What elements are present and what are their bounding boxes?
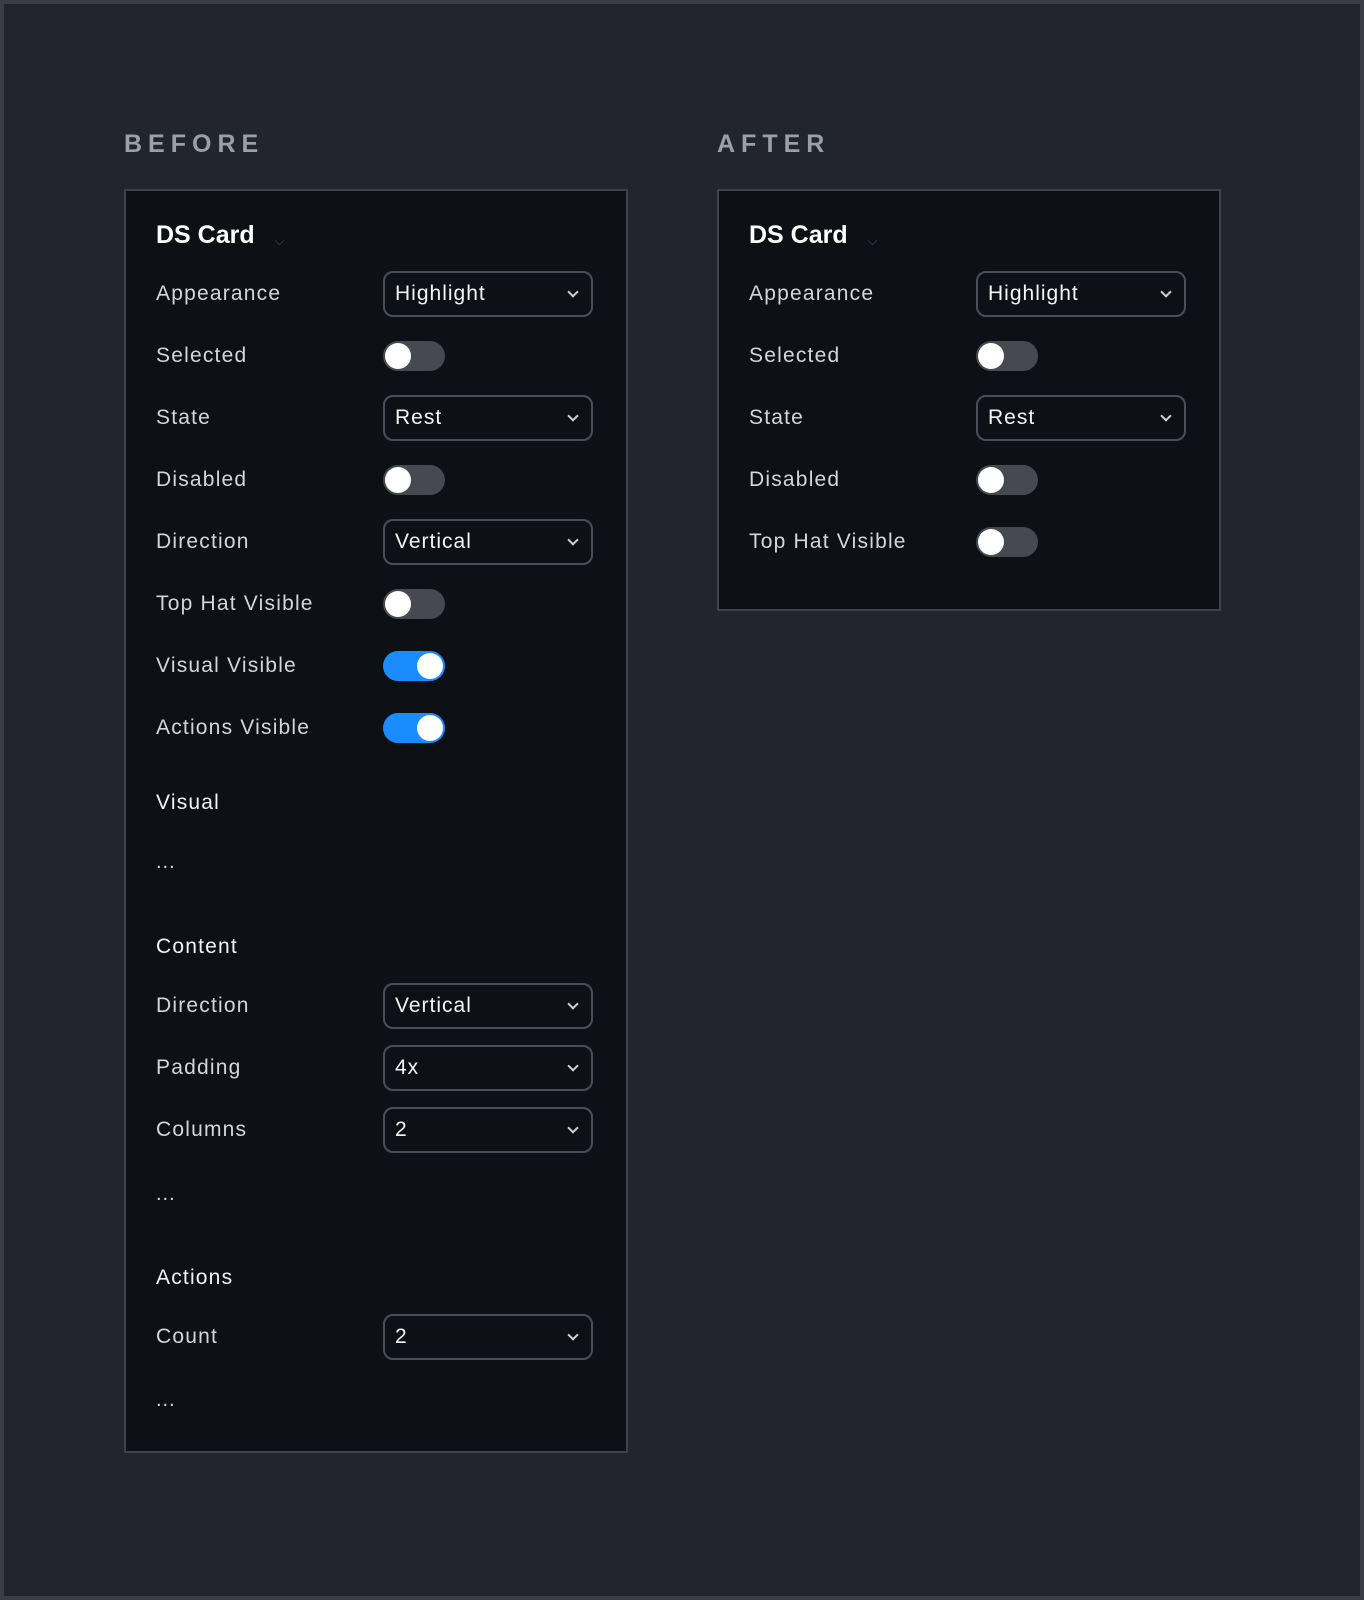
columns-select[interactable]: 2 bbox=[383, 1107, 593, 1153]
padding-value: 4x bbox=[395, 1056, 420, 1079]
chevron-down-icon bbox=[567, 534, 579, 546]
disabled-label: Disabled bbox=[749, 468, 841, 491]
toggle-knob bbox=[978, 343, 1004, 369]
selected-toggle[interactable] bbox=[976, 341, 1038, 371]
chevron-down-icon bbox=[1160, 410, 1172, 422]
content-more-ellipsis: ... bbox=[156, 1183, 176, 1205]
appearance-value: Highlight bbox=[395, 282, 486, 305]
appearance-label: Appearance bbox=[749, 282, 875, 305]
content-direction-select[interactable]: Vertical bbox=[383, 983, 593, 1029]
selected-row: Selected bbox=[719, 333, 1219, 379]
state-label: State bbox=[749, 406, 805, 429]
chevron-down-icon[interactable] bbox=[274, 235, 285, 246]
actions-visible-label: Actions Visible bbox=[156, 716, 311, 739]
direction-value: Vertical bbox=[395, 530, 472, 553]
count-value: 2 bbox=[395, 1325, 408, 1348]
toggle-knob bbox=[385, 343, 411, 369]
columns-label: Columns bbox=[156, 1118, 248, 1141]
direction-row: Direction Vertical bbox=[126, 519, 626, 565]
state-row: State Rest bbox=[719, 395, 1219, 441]
selected-label: Selected bbox=[156, 344, 248, 367]
chevron-down-icon bbox=[1160, 286, 1172, 298]
disabled-row: Disabled bbox=[126, 457, 626, 503]
visual-more-ellipsis: ... bbox=[156, 851, 176, 873]
actions-visible-toggle[interactable] bbox=[383, 713, 445, 743]
count-select[interactable]: 2 bbox=[383, 1314, 593, 1360]
chevron-down-icon bbox=[567, 286, 579, 298]
chevron-down-icon bbox=[567, 1060, 579, 1072]
appearance-row: Appearance Highlight bbox=[126, 271, 626, 317]
state-value: Rest bbox=[988, 406, 1036, 429]
after-properties-panel: DS Card Appearance Highlight Selected St… bbox=[717, 189, 1221, 611]
state-select[interactable]: Rest bbox=[976, 395, 1186, 441]
actions-section-heading: Actions bbox=[156, 1266, 234, 1289]
appearance-select[interactable]: Highlight bbox=[976, 271, 1186, 317]
disabled-toggle[interactable] bbox=[976, 465, 1038, 495]
disabled-toggle[interactable] bbox=[383, 465, 445, 495]
actions-more-ellipsis: ... bbox=[156, 1389, 176, 1411]
chevron-down-icon bbox=[567, 1122, 579, 1134]
top-hat-visible-label: Top Hat Visible bbox=[749, 530, 907, 553]
chevron-down-icon bbox=[567, 1329, 579, 1341]
toggle-knob bbox=[978, 467, 1004, 493]
direction-label: Direction bbox=[156, 530, 250, 553]
chevron-down-icon bbox=[567, 410, 579, 422]
appearance-value: Highlight bbox=[988, 282, 1079, 305]
toggle-knob bbox=[417, 715, 443, 741]
visual-visible-row: Visual Visible bbox=[126, 643, 626, 689]
toggle-knob bbox=[385, 591, 411, 617]
selected-row: Selected bbox=[126, 333, 626, 379]
top-hat-visible-toggle[interactable] bbox=[383, 589, 445, 619]
selected-label: Selected bbox=[749, 344, 841, 367]
before-properties-panel: DS Card Appearance Highlight Selected St… bbox=[124, 189, 628, 1453]
chevron-down-icon[interactable] bbox=[867, 235, 878, 246]
disabled-label: Disabled bbox=[156, 468, 248, 491]
appearance-row: Appearance Highlight bbox=[719, 271, 1219, 317]
state-row: State Rest bbox=[126, 395, 626, 441]
state-label: State bbox=[156, 406, 212, 429]
toggle-knob bbox=[978, 529, 1004, 555]
content-direction-label: Direction bbox=[156, 994, 250, 1017]
after-heading: AFTER bbox=[717, 130, 831, 158]
top-hat-visible-label: Top Hat Visible bbox=[156, 592, 314, 615]
content-direction-value: Vertical bbox=[395, 994, 472, 1017]
padding-label: Padding bbox=[156, 1056, 242, 1079]
actions-visible-row: Actions Visible bbox=[126, 705, 626, 751]
count-row: Count 2 bbox=[126, 1314, 626, 1360]
padding-select[interactable]: 4x bbox=[383, 1045, 593, 1091]
toggle-knob bbox=[417, 653, 443, 679]
state-value: Rest bbox=[395, 406, 443, 429]
selected-toggle[interactable] bbox=[383, 341, 445, 371]
appearance-select[interactable]: Highlight bbox=[383, 271, 593, 317]
content-section-heading: Content bbox=[156, 935, 238, 958]
top-hat-visible-toggle[interactable] bbox=[976, 527, 1038, 557]
state-select[interactable]: Rest bbox=[383, 395, 593, 441]
comparison-canvas: BEFORE DS Card Appearance Highlight Sele… bbox=[4, 4, 1360, 1596]
visual-visible-toggle[interactable] bbox=[383, 651, 445, 681]
padding-row: Padding 4x bbox=[126, 1045, 626, 1091]
visual-visible-label: Visual Visible bbox=[156, 654, 297, 677]
panel-title: DS Card bbox=[156, 221, 255, 249]
disabled-row: Disabled bbox=[719, 457, 1219, 503]
toggle-knob bbox=[385, 467, 411, 493]
top-hat-visible-row: Top Hat Visible bbox=[719, 519, 1219, 565]
chevron-down-icon bbox=[567, 998, 579, 1010]
before-heading: BEFORE bbox=[124, 130, 265, 158]
top-hat-visible-row: Top Hat Visible bbox=[126, 581, 626, 627]
count-label: Count bbox=[156, 1325, 219, 1348]
appearance-label: Appearance bbox=[156, 282, 282, 305]
visual-section-heading: Visual bbox=[156, 791, 221, 814]
columns-row: Columns 2 bbox=[126, 1107, 626, 1153]
direction-select[interactable]: Vertical bbox=[383, 519, 593, 565]
panel-title: DS Card bbox=[749, 221, 848, 249]
columns-value: 2 bbox=[395, 1118, 408, 1141]
content-direction-row: Direction Vertical bbox=[126, 983, 626, 1029]
